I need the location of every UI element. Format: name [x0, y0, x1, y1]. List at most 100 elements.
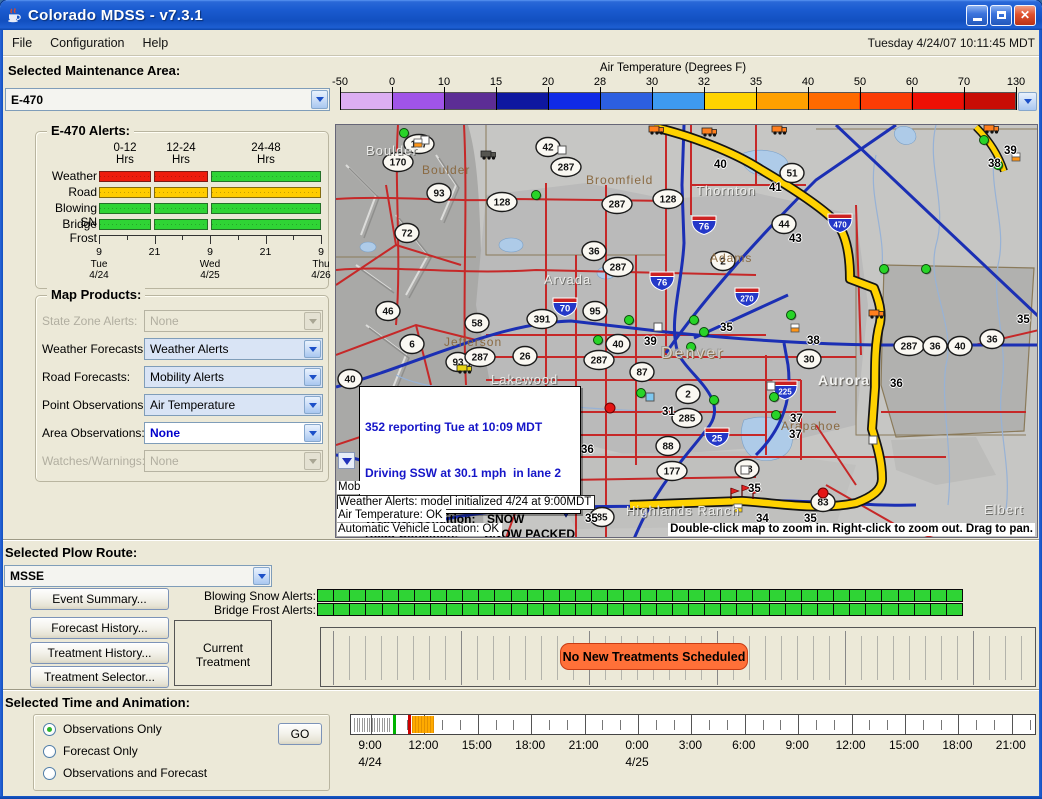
alert-bar-segment [333, 589, 350, 602]
green-status-marker [532, 191, 542, 201]
plow-route-combo-arrow-icon[interactable] [253, 567, 270, 585]
treatment-timeline-tick [413, 636, 414, 680]
alert-bar-segment [672, 589, 689, 602]
alert-bar-segment [801, 603, 818, 616]
tooltip-header-1: 352 reporting Tue at 10:09 MDT [365, 420, 575, 435]
radio-dot-icon[interactable] [43, 745, 56, 758]
timeline-current-time-marker[interactable] [393, 715, 396, 734]
go-button[interactable]: GO [278, 723, 322, 745]
plow-truck-icon [702, 128, 717, 137]
timeline-hour-label: 15:00 [889, 738, 919, 752]
alert-bar-segment [494, 589, 511, 602]
route-shield: 36 [923, 337, 947, 356]
timeline-hour-label: 0:00 [625, 738, 648, 752]
svg-text:40: 40 [344, 375, 356, 386]
route-shield: 72 [395, 224, 419, 243]
combo-arrow-icon[interactable] [304, 424, 321, 442]
timeline-dense-tick [359, 718, 360, 732]
alerts-axis-label: 21 [253, 246, 279, 258]
alert-bar-segment [365, 589, 382, 602]
timeline-selected-time-marker[interactable] [408, 715, 411, 734]
collapse-panel-button[interactable] [338, 452, 355, 469]
radio-observations-only[interactable]: Observations Only [43, 722, 162, 736]
scale-tick [964, 87, 965, 110]
svg-text:88: 88 [662, 442, 674, 453]
alert-bar-segment [849, 589, 866, 602]
scale-tick [444, 87, 445, 110]
radio-observations-and-forecast[interactable]: Observations and Forecast [43, 766, 207, 780]
close-button[interactable]: ✕ [1014, 5, 1036, 26]
combo-arrow-icon[interactable] [304, 396, 321, 414]
map-product-combo-2[interactable]: Weather Alerts [144, 338, 323, 360]
alert-bar-segment [543, 603, 560, 616]
menu-configuration[interactable]: Configuration [41, 32, 133, 54]
timeline-minor-tick [656, 720, 657, 730]
alert-bar-segment [640, 589, 657, 602]
treatment-timeline-tick [381, 636, 382, 680]
alerts-axis-label: 9 [86, 246, 112, 258]
timeline-hour-label: 21:00 [569, 738, 599, 752]
treatment-timeline-tick [797, 636, 798, 680]
title-bar[interactable]: Colorado MDSS - v7.3.1 ✕ [0, 0, 1042, 30]
alert-bar-segment [769, 603, 786, 616]
radio-dot-icon[interactable] [43, 723, 56, 736]
minimize-button[interactable] [966, 5, 988, 26]
map-product-combo-5[interactable]: None [144, 422, 323, 444]
alert-bar-segment [640, 603, 657, 616]
alert-cell-green [211, 171, 321, 182]
alert-bar-segment [446, 589, 463, 602]
radio-dot-icon[interactable] [43, 767, 56, 780]
menu-file[interactable]: File [3, 32, 41, 54]
maximize-icon [997, 11, 1006, 19]
alert-bar-segment [752, 589, 769, 602]
map-product-value: None [150, 426, 180, 440]
timeline-major-tick [585, 715, 586, 734]
maintenance-area-combo-arrow-icon[interactable] [311, 90, 328, 109]
alert-bar-segment [462, 589, 479, 602]
timeline-minor-tick [834, 720, 835, 730]
timeline-dense-tick [354, 718, 355, 732]
maintenance-area-combo[interactable]: E-470 [5, 88, 330, 111]
combo-arrow-icon[interactable] [304, 368, 321, 386]
animation-timeline[interactable] [350, 714, 1036, 735]
svg-text:128: 128 [494, 198, 511, 209]
map-observation-value: 35 [585, 513, 598, 525]
green-status-marker [400, 129, 410, 139]
tooltip-header-2: Driving SSW at 30.1 mph in lane 2 [365, 466, 575, 481]
treatment-history-button[interactable]: Treatment History... [30, 642, 169, 664]
timeline-minor-tick [763, 720, 764, 730]
svg-text:42: 42 [542, 143, 554, 154]
scale-tick [548, 87, 549, 110]
timeline-minor-tick [674, 720, 675, 730]
treatment-timeline-tick [349, 636, 350, 680]
svg-text:76: 76 [657, 278, 668, 289]
map-viewport[interactable]: 1571704228793128128287723628746586932872… [335, 124, 1038, 538]
timeline-dense-tick [369, 718, 370, 732]
maximize-button[interactable] [990, 5, 1012, 26]
combo-arrow-icon[interactable] [304, 340, 321, 358]
alert-bar-segment [591, 603, 608, 616]
event-summary-button[interactable]: Event Summary... [30, 588, 169, 610]
treatment-selector-button[interactable]: Treatment Selector... [30, 666, 169, 688]
svg-text:46: 46 [382, 307, 394, 318]
route-shield: 36 [582, 242, 606, 261]
status-weather-alerts: Weather Alerts: model initialized 4/24 a… [337, 495, 595, 510]
station-marker [558, 146, 566, 154]
alert-bar-segment [898, 603, 915, 616]
plow-truck-icon [649, 126, 664, 135]
scale-segment [600, 93, 652, 109]
forecast-history-button[interactable]: Forecast History... [30, 617, 169, 639]
alert-bar-segment [511, 603, 528, 616]
station-marker-split [791, 324, 799, 332]
plow-truck-icon [457, 365, 472, 374]
map-product-combo-3[interactable]: Mobility Alerts [144, 366, 323, 388]
plow-truck-icon [772, 126, 787, 135]
radio-forecast-only[interactable]: Forecast Only [43, 744, 138, 758]
svg-text:72: 72 [401, 229, 413, 240]
scale-combo-arrow-icon[interactable] [1018, 92, 1037, 111]
map-product-combo-4[interactable]: Air Temperature [144, 394, 323, 416]
plow-route-combo[interactable]: MSSE [4, 565, 272, 587]
menu-help[interactable]: Help [134, 32, 178, 54]
treatment-timeline-tick [813, 636, 814, 680]
map-product-value: Mobility Alerts [150, 370, 224, 384]
